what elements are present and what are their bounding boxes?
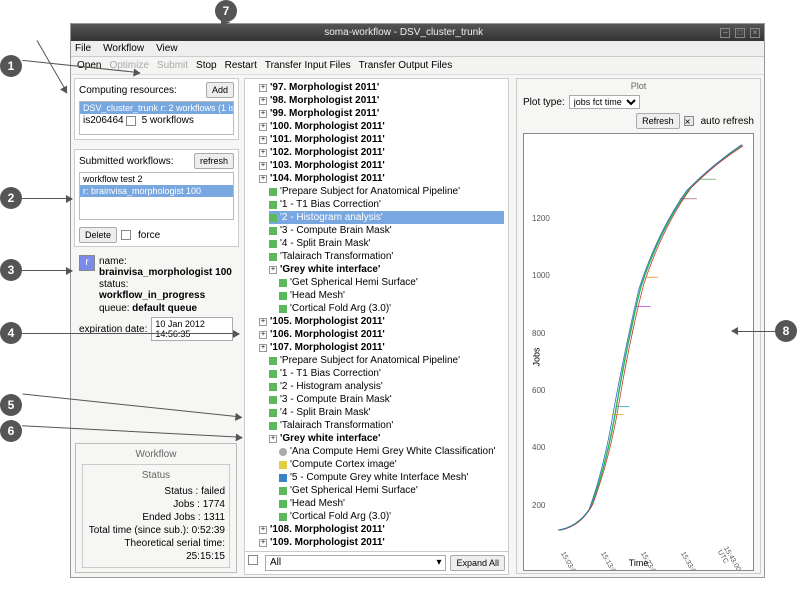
filter-dropdown[interactable]: All▾ [265,555,446,571]
plot-type-label: Plot type: [523,97,565,108]
tree-node[interactable]: +'105. Morphologist 2011' [259,315,504,328]
tree-node[interactable]: +'103. Morphologist 2011' [259,159,504,172]
tree-node[interactable]: +'102. Morphologist 2011' [259,146,504,159]
auto-refresh-label: auto refresh [701,116,754,127]
resource-selected[interactable]: DSV_cluster_trunk r: 2 workflows (1 is r… [80,102,233,114]
minimize-icon[interactable]: – [720,28,730,38]
force-label: force [138,230,160,241]
tree-node[interactable]: 'Cortical Fold Arg (3.0)' [279,510,504,523]
tree-node[interactable]: 'Get Spherical Hemi Surface' [279,484,504,497]
tree-node[interactable]: '2 - Histogram analysis' [269,380,504,393]
tree-node[interactable]: 'Talairach Transformation' [269,250,504,263]
tool-transfer-input[interactable]: Transfer Input Files [265,59,351,72]
plot-xlabel: Time [524,558,753,568]
wf-name: brainvisa_morphologist 100 [99,267,232,278]
delete-button[interactable]: Delete [79,227,117,243]
tree-node[interactable]: 'Cortical Fold Arg (3.0)' [279,302,504,315]
tool-submit: Submit [157,59,188,72]
tree-node[interactable]: 'Compute Cortex image' [279,458,504,471]
tree-node[interactable]: +'98. Morphologist 2011' [259,94,504,107]
expand-all-button[interactable]: Expand All [450,555,505,571]
plot-canvas: Jobs Time 200 400 600 800 1000 1200 15:0… [523,133,754,571]
tree-node[interactable]: +'100. Morphologist 2011' [259,120,504,133]
menu-file[interactable]: File [75,41,91,56]
tree-node[interactable]: '5 - Compute Grey white Interface Mesh' [279,471,504,484]
annotation-1: 1 [0,55,22,77]
annotation-3: 3 [0,259,22,281]
menubar: File Workflow View [71,41,764,57]
tree-node[interactable]: +'97. Morphologist 2011' [259,81,504,94]
tree-node[interactable]: 'Head Mesh' [279,289,504,302]
plot-refresh-button[interactable]: Refresh [636,113,680,129]
tool-restart[interactable]: Restart [225,59,257,72]
force-checkbox[interactable] [121,230,131,240]
wf-status: workflow_in_progress [99,290,205,301]
tool-stop[interactable]: Stop [196,59,217,72]
toolbar: Open Optimize Submit Stop Restart Transf… [71,57,764,75]
workflow-selected[interactable]: r: brainvisa_morphologist 100 [80,185,233,197]
computing-resources-label: Computing resources: [79,85,202,96]
window-title: soma-workflow - DSV_cluster_trunk [89,27,718,38]
tool-transfer-output[interactable]: Transfer Output Files [359,59,453,72]
workflow-status-icon: r [79,255,95,271]
tree-node[interactable]: +'Grey white interface' [269,432,504,445]
tree-node[interactable]: +'109. Morphologist 2011' [259,536,504,549]
plot-header: Plot [517,79,760,93]
annotation-6: 6 [0,420,22,442]
tree-node[interactable]: 'Prepare Subject for Anatomical Pipeline… [269,354,504,367]
auto-refresh-checkbox[interactable]: × [684,116,694,126]
tree-node[interactable]: '1 - T1 Bias Correction' [269,367,504,380]
tree-node[interactable]: 'Get Spherical Hemi Surface' [279,276,504,289]
tree-node[interactable]: +'Grey white interface' [269,263,504,276]
total-time-val: 0:52:39 [192,525,225,536]
job-tree[interactable]: +'97. Morphologist 2011'+'98. Morphologi… [245,79,508,551]
resource-row[interactable]: is206464 5 workflows [80,114,233,127]
chevron-down-icon: ▾ [436,557,441,569]
status-subheader: Status [87,469,225,482]
tree-node[interactable]: +'101. Morphologist 2011' [259,133,504,146]
tree-node[interactable]: +'106. Morphologist 2011' [259,328,504,341]
serial-time-val: 25:15:15 [186,551,225,562]
tree-node[interactable]: '3 - Compute Brain Mask' [269,224,504,237]
resource-checkbox[interactable] [126,116,136,126]
submitted-workflows-label: Submitted workflows: [79,156,190,167]
annotation-4: 4 [0,322,22,344]
plot-ylabel: Jobs [532,347,542,366]
menu-view[interactable]: View [156,41,178,56]
tree-node[interactable]: '4 - Split Brain Mask' [269,406,504,419]
titlebar: soma-workflow - DSV_cluster_trunk – □ × [71,24,764,41]
tree-node[interactable]: '1 - T1 Bias Correction' [269,198,504,211]
ended-jobs-val: 1311 [203,512,225,523]
close-icon[interactable]: × [750,28,760,38]
tree-node[interactable]: '2 - Histogram analysis' [269,211,504,224]
tree-node[interactable]: +'99. Morphologist 2011' [259,107,504,120]
tree-node[interactable]: 'Talairach Transformation' [269,419,504,432]
wf-queue: default queue [132,303,197,314]
exp-date-input[interactable]: 10 Jan 2012 14:56:35 [151,317,233,341]
workflow-panel-header: Workflow [82,448,230,461]
tree-node[interactable]: +'107. Morphologist 2011' [259,341,504,354]
tree-node[interactable]: '3 - Compute Brain Mask' [269,393,504,406]
maximize-icon[interactable]: □ [735,28,745,38]
annotation-8: 8 [775,320,797,342]
jobs-val: 1774 [203,499,225,510]
plot-type-select[interactable]: jobs fct time [569,95,640,109]
filter-checkbox[interactable] [248,555,258,565]
tree-node[interactable]: +'108. Morphologist 2011' [259,523,504,536]
tree-node[interactable]: 'Ana Compute Hemi Grey White Classificat… [279,445,504,458]
tree-node[interactable]: 'Head Mesh' [279,497,504,510]
refresh-workflows-button[interactable]: refresh [194,153,234,169]
annotation-2: 2 [0,187,22,209]
add-resource-button[interactable]: Add [206,82,234,98]
annotation-7: 7 [215,0,237,22]
tree-node[interactable]: '4 - Split Brain Mask' [269,237,504,250]
annotation-5: 5 [0,394,22,416]
menu-workflow[interactable]: Workflow [103,41,144,56]
tree-node[interactable]: +'104. Morphologist 2011' [259,172,504,185]
tree-node[interactable]: 'Prepare Subject for Anatomical Pipeline… [269,185,504,198]
workflow-row[interactable]: workflow test 2 [80,173,233,185]
status-val: failed [201,486,225,497]
